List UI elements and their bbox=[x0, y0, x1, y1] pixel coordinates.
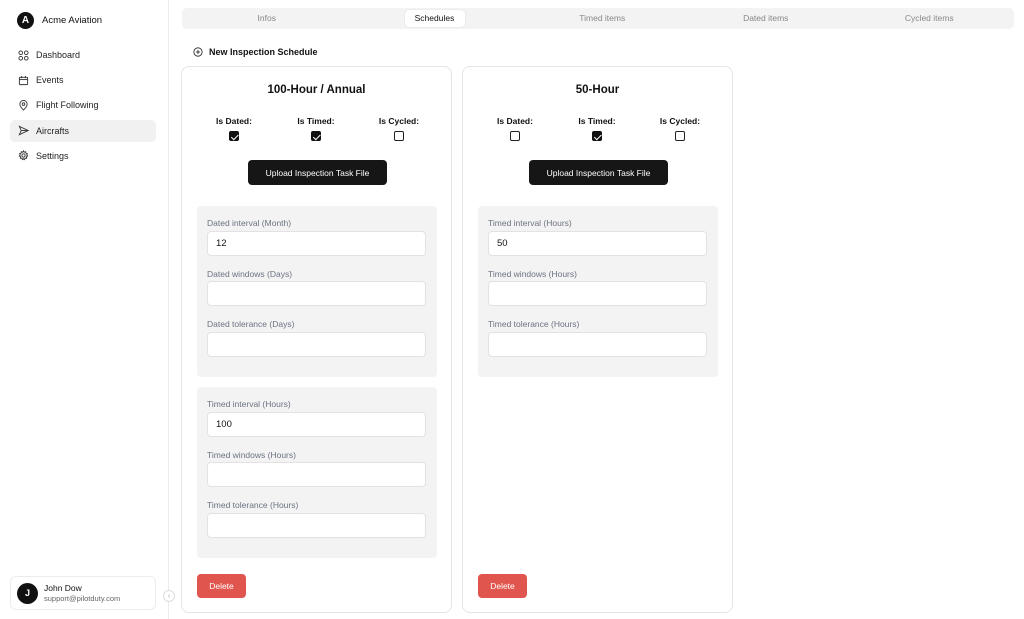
sidebar-item-aircrafts[interactable]: Aircrafts bbox=[10, 119, 156, 142]
dated-interval-input[interactable]: 12 bbox=[207, 231, 426, 256]
map-pin-icon bbox=[19, 99, 28, 111]
flag-is-dated: Is Dated: bbox=[485, 116, 545, 141]
field-label: Timed windows (Hours) bbox=[488, 269, 577, 279]
timed-interval-input[interactable]: 100 bbox=[207, 412, 426, 437]
sidebar-nav: Dashboard Events Flight Following Aircra… bbox=[10, 44, 156, 170]
flag-is-timed: Is Timed: bbox=[286, 116, 346, 141]
field-label: Dated interval (Month) bbox=[207, 218, 292, 228]
sidebar-collapse-button[interactable]: ‹ bbox=[163, 590, 175, 602]
send-icon bbox=[18, 125, 29, 136]
schedule-title: 50-Hour bbox=[575, 84, 620, 96]
flag-label: Is Timed: bbox=[297, 116, 335, 126]
is-cycled-checkbox[interactable] bbox=[675, 131, 685, 141]
tab-timed-items[interactable]: Timed items bbox=[521, 10, 685, 27]
field-label: Timed tolerance (Hours) bbox=[207, 500, 299, 510]
timed-settings-group: Timed interval (Hours) 50 Timed windows … bbox=[478, 206, 718, 377]
brand[interactable]: A Acme Aviation bbox=[17, 12, 102, 29]
sidebar-item-label: Settings bbox=[36, 150, 69, 161]
field-label: Dated windows (Days) bbox=[207, 269, 293, 279]
user-email: support@pilotduty.com bbox=[44, 593, 121, 603]
flag-is-dated: Is Dated: bbox=[204, 116, 264, 141]
dated-tolerance-input[interactable] bbox=[207, 332, 426, 357]
user-info: John Dow support@pilotduty.com bbox=[44, 583, 120, 604]
timed-tolerance-input[interactable] bbox=[207, 513, 426, 538]
timed-windows-input[interactable] bbox=[488, 281, 707, 306]
timed-windows-input[interactable] bbox=[207, 462, 426, 487]
user-name: John Dow bbox=[44, 582, 82, 593]
sidebar-item-label: Dashboard bbox=[36, 50, 81, 60]
flag-is-cycled: Is Cycled: bbox=[369, 116, 429, 141]
dated-settings-group: Dated interval (Month) 12 Dated windows … bbox=[197, 206, 437, 377]
sidebar-item-settings[interactable]: Settings bbox=[10, 145, 156, 167]
upload-task-file-button[interactable]: Upload Inspection Task File bbox=[248, 160, 387, 185]
gear-icon bbox=[18, 150, 29, 161]
tab-dated-items[interactable]: Dated items bbox=[684, 10, 848, 27]
field-label: Timed tolerance (Hours) bbox=[488, 319, 580, 329]
field-label: Timed interval (Hours) bbox=[488, 218, 572, 228]
delete-button[interactable]: Delete bbox=[478, 574, 527, 598]
sidebar-item-label: Events bbox=[36, 75, 64, 86]
flag-label: Is Cycled: bbox=[378, 116, 420, 126]
tab-infos[interactable]: Infos bbox=[185, 10, 349, 27]
flag-is-cycled: Is Cycled: bbox=[650, 116, 710, 141]
schedule-title: 100-Hour / Annual bbox=[267, 84, 366, 96]
upload-task-file-button[interactable]: Upload Inspection Task File bbox=[529, 160, 668, 185]
sidebar-item-flight-following[interactable]: Flight Following bbox=[10, 94, 156, 116]
new-inspection-schedule-button[interactable]: New Inspection Schedule bbox=[193, 47, 318, 57]
grid-icon bbox=[18, 49, 29, 61]
flag-is-timed: Is Timed: bbox=[567, 116, 627, 141]
avatar: J bbox=[17, 582, 38, 604]
delete-button[interactable]: Delete bbox=[197, 574, 246, 598]
sidebar-item-label: Aircrafts bbox=[36, 125, 70, 136]
sidebar-item-dashboard[interactable]: Dashboard bbox=[10, 44, 156, 66]
field-label: Timed windows (Hours) bbox=[207, 450, 296, 460]
is-dated-checkbox[interactable] bbox=[229, 131, 239, 141]
timed-tolerance-input[interactable] bbox=[488, 332, 707, 357]
plus-circle-icon bbox=[193, 47, 203, 57]
field-label: Timed interval (Hours) bbox=[207, 399, 291, 409]
user-card[interactable]: J John Dow support@pilotduty.com bbox=[10, 576, 156, 610]
is-cycled-checkbox[interactable] bbox=[394, 131, 404, 141]
brand-logo: A bbox=[17, 12, 34, 29]
chevron-left-icon: ‹ bbox=[167, 592, 171, 600]
tab-cycled-items[interactable]: Cycled items bbox=[848, 10, 1012, 27]
timed-interval-input[interactable]: 50 bbox=[488, 231, 707, 256]
flag-label: Is Cycled: bbox=[659, 116, 701, 126]
app-root: A Acme Aviation Dashboard Events Flight … bbox=[0, 0, 1024, 619]
calendar-icon bbox=[18, 75, 29, 85]
schedule-card: 50-Hour Is Dated: Is Timed: Is Cycled: U… bbox=[462, 66, 733, 613]
flag-label: Is Dated: bbox=[497, 116, 533, 126]
flag-label: Is Timed: bbox=[578, 116, 616, 126]
dated-windows-input[interactable] bbox=[207, 281, 426, 306]
is-timed-checkbox[interactable] bbox=[311, 131, 321, 141]
tab-schedules[interactable]: Schedules bbox=[404, 10, 465, 27]
tab-bar: Infos Schedules Timed items Dated items … bbox=[182, 8, 1014, 29]
new-schedule-label: New Inspection Schedule bbox=[209, 47, 318, 57]
sidebar-item-events[interactable]: Events bbox=[10, 69, 156, 91]
sidebar: A Acme Aviation Dashboard Events Flight … bbox=[0, 0, 169, 619]
is-dated-checkbox[interactable] bbox=[510, 131, 520, 141]
field-label: Dated tolerance (Days) bbox=[207, 319, 295, 329]
sidebar-item-label: Flight Following bbox=[36, 100, 99, 111]
flag-label: Is Dated: bbox=[216, 116, 252, 126]
brand-name: Acme Aviation bbox=[42, 15, 103, 26]
is-timed-checkbox[interactable] bbox=[592, 131, 602, 141]
timed-settings-group: Timed interval (Hours) 100 Timed windows… bbox=[197, 387, 437, 558]
schedule-card: 100-Hour / Annual Is Dated: Is Timed: Is… bbox=[181, 66, 452, 613]
